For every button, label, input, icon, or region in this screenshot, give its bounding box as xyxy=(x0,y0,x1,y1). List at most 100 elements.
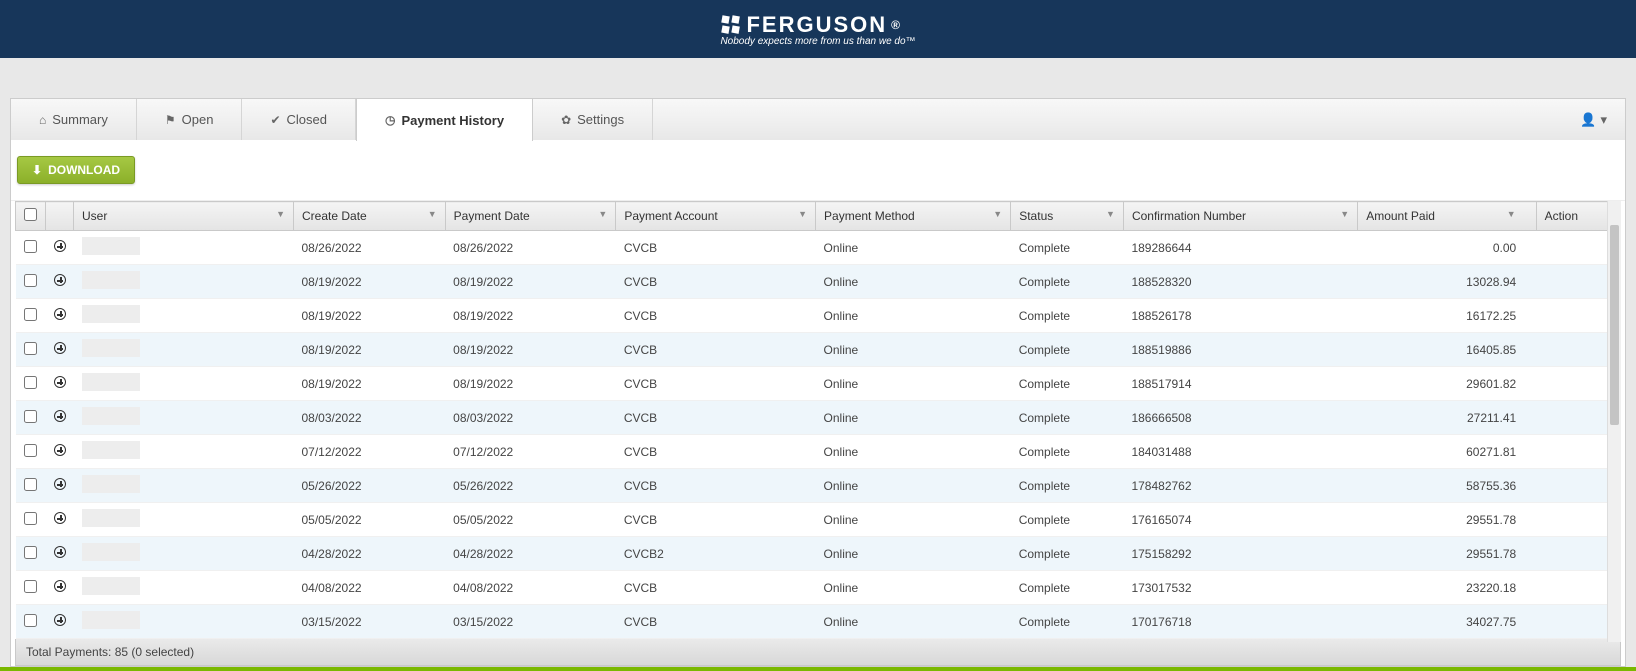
footer-accent xyxy=(0,667,1636,671)
tab-label: Payment History xyxy=(401,113,504,128)
header-payment-date[interactable]: Payment Date▼ xyxy=(445,202,616,231)
user-menu[interactable]: 👤 ▾ xyxy=(1580,99,1625,140)
expand-icon[interactable] xyxy=(54,614,66,626)
table-row: 08/03/202208/03/2022CVCBOnlineComplete18… xyxy=(16,401,1621,435)
payment-account-cell: CVCB xyxy=(616,265,816,299)
create-date-cell: 04/08/2022 xyxy=(294,571,446,605)
tab-label: Open xyxy=(182,112,214,127)
status-cell: Complete xyxy=(1011,367,1124,401)
create-date-cell: 08/03/2022 xyxy=(294,401,446,435)
expand-icon[interactable] xyxy=(54,580,66,592)
confirmation-cell: 188517914 xyxy=(1123,367,1357,401)
payment-method-cell: Online xyxy=(816,333,1011,367)
expand-icon[interactable] xyxy=(54,274,66,286)
header-payment-method[interactable]: Payment Method▼ xyxy=(816,202,1011,231)
payment-account-cell: CVCB xyxy=(616,435,816,469)
confirmation-cell: 173017532 xyxy=(1123,571,1357,605)
expand-icon[interactable] xyxy=(54,444,66,456)
user-cell xyxy=(82,271,140,289)
row-checkbox[interactable] xyxy=(24,342,37,355)
row-checkbox[interactable] xyxy=(24,478,37,491)
confirmation-cell: 176165074 xyxy=(1123,503,1357,537)
payment-date-cell: 08/19/2022 xyxy=(445,265,616,299)
status-cell: Complete xyxy=(1011,537,1124,571)
header-confirmation[interactable]: Confirmation Number▼ xyxy=(1123,202,1357,231)
payment-method-cell: Online xyxy=(816,231,1011,265)
payment-method-cell: Online xyxy=(816,401,1011,435)
sort-icon: ▼ xyxy=(1340,209,1349,219)
create-date-cell: 08/19/2022 xyxy=(294,265,446,299)
row-checkbox[interactable] xyxy=(24,274,37,287)
table-row: 08/19/202208/19/2022CVCBOnlineComplete18… xyxy=(16,367,1621,401)
create-date-cell: 08/19/2022 xyxy=(294,299,446,333)
confirmation-cell: 184031488 xyxy=(1123,435,1357,469)
table-row: 05/05/202205/05/2022CVCBOnlineComplete17… xyxy=(16,503,1621,537)
header-status[interactable]: Status▼ xyxy=(1011,202,1124,231)
header-row: User▼ Create Date▼ Payment Date▼ Payment… xyxy=(16,202,1621,231)
expand-icon[interactable] xyxy=(54,376,66,388)
confirmation-cell: 175158292 xyxy=(1123,537,1357,571)
header-payment-account[interactable]: Payment Account▼ xyxy=(616,202,816,231)
scrollbar-thumb[interactable] xyxy=(1610,225,1619,425)
status-cell: Complete xyxy=(1011,231,1124,265)
row-checkbox[interactable] xyxy=(24,614,37,627)
download-button[interactable]: ⬇ DOWNLOAD xyxy=(17,156,135,184)
row-checkbox[interactable] xyxy=(24,580,37,593)
user-icon: 👤 xyxy=(1580,112,1596,128)
payment-method-cell: Online xyxy=(816,537,1011,571)
amount-cell: 29551.78 xyxy=(1358,503,1536,537)
confirmation-cell: 178482762 xyxy=(1123,469,1357,503)
expand-icon[interactable] xyxy=(54,308,66,320)
header-create-date[interactable]: Create Date▼ xyxy=(294,202,446,231)
header-user[interactable]: User▼ xyxy=(74,202,294,231)
brand-logo: FERGUSON® Nobody expects more from us th… xyxy=(720,12,915,47)
payment-method-cell: Online xyxy=(816,435,1011,469)
row-checkbox[interactable] xyxy=(24,376,37,389)
sort-icon: ▼ xyxy=(1507,209,1516,219)
amount-cell: 60271.81 xyxy=(1358,435,1536,469)
vertical-scrollbar[interactable] xyxy=(1607,201,1621,642)
status-cell: Complete xyxy=(1011,333,1124,367)
create-date-cell: 08/26/2022 xyxy=(294,231,446,265)
amount-cell: 29551.78 xyxy=(1358,537,1536,571)
row-checkbox[interactable] xyxy=(24,444,37,457)
chevron-down-icon: ▾ xyxy=(1600,112,1607,128)
row-checkbox[interactable] xyxy=(24,240,37,253)
download-label: DOWNLOAD xyxy=(48,163,120,177)
expand-icon[interactable] xyxy=(54,512,66,524)
expand-icon[interactable] xyxy=(54,240,66,252)
payment-account-cell: CVCB xyxy=(616,333,816,367)
expand-icon[interactable] xyxy=(54,342,66,354)
expand-icon[interactable] xyxy=(54,478,66,490)
expand-icon[interactable] xyxy=(54,410,66,422)
grid-footer: Total Payments: 85 (0 selected) xyxy=(15,639,1621,666)
tab-payment-history[interactable]: ◷ Payment History xyxy=(356,98,533,141)
tab-summary[interactable]: ⌂ Summary xyxy=(11,99,137,140)
tab-label: Closed xyxy=(287,112,327,127)
row-checkbox[interactable] xyxy=(24,410,37,423)
toolbar: ⬇ DOWNLOAD xyxy=(11,140,1625,201)
user-cell xyxy=(82,339,140,357)
user-cell xyxy=(82,237,140,255)
row-checkbox[interactable] xyxy=(24,512,37,525)
payment-date-cell: 04/08/2022 xyxy=(445,571,616,605)
header-select-all[interactable] xyxy=(16,202,46,231)
main-panel: ⌂ Summary ⚑ Open ✔ Closed ◷ Payment Hist… xyxy=(10,98,1626,667)
select-all-checkbox[interactable] xyxy=(24,208,37,221)
confirmation-cell: 188519886 xyxy=(1123,333,1357,367)
tab-settings[interactable]: ✿ Settings xyxy=(533,99,653,140)
payment-account-cell: CVCB xyxy=(616,605,816,639)
tab-bar: ⌂ Summary ⚑ Open ✔ Closed ◷ Payment Hist… xyxy=(11,98,1625,140)
payment-date-cell: 08/19/2022 xyxy=(445,299,616,333)
table-row: 03/15/202203/15/2022CVCBOnlineComplete17… xyxy=(16,605,1621,639)
user-cell xyxy=(82,305,140,323)
expand-icon[interactable] xyxy=(54,546,66,558)
user-cell xyxy=(82,509,140,527)
header-amount-paid[interactable]: Amount Paid▼ xyxy=(1358,202,1536,231)
payment-date-cell: 03/15/2022 xyxy=(445,605,616,639)
sort-icon: ▼ xyxy=(428,209,437,219)
tab-closed[interactable]: ✔ Closed xyxy=(242,99,356,140)
tab-open[interactable]: ⚑ Open xyxy=(137,99,243,140)
row-checkbox[interactable] xyxy=(24,546,37,559)
row-checkbox[interactable] xyxy=(24,308,37,321)
